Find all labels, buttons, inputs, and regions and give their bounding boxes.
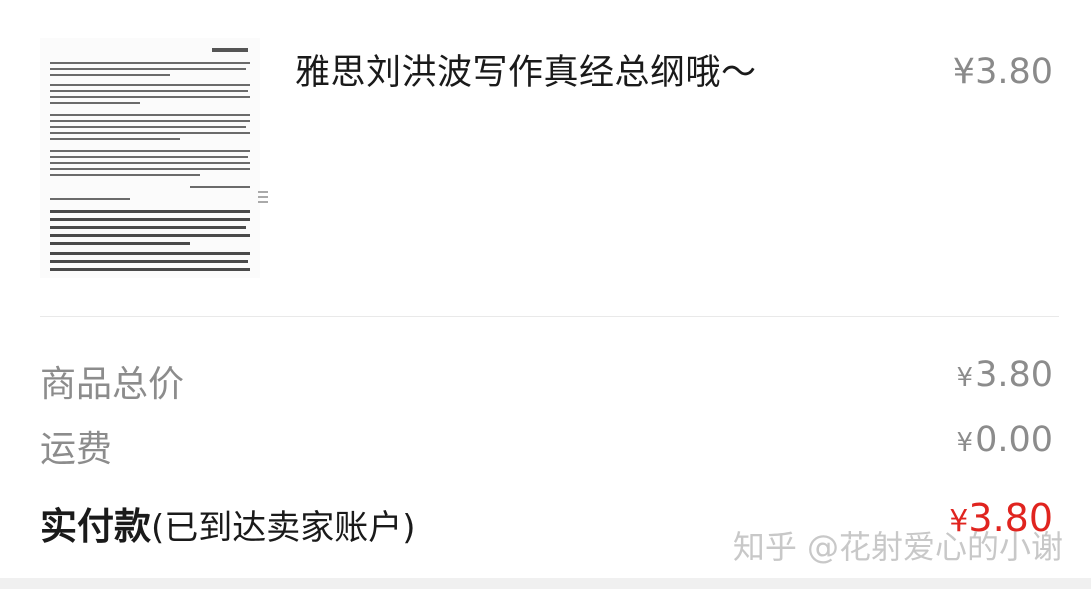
divider — [40, 316, 1059, 317]
shipping-value: ¥0.00 — [957, 420, 1053, 460]
paid-label: 实付款(已到达卖家账户) — [40, 496, 416, 550]
currency-symbol: ¥ — [956, 363, 974, 393]
product-price: ¥3.80 — [952, 52, 1053, 92]
paid-label-main: 实付款 — [40, 505, 151, 548]
shipping-label: 运费 — [40, 429, 113, 470]
goods-total-label: 商品总价 — [40, 364, 185, 405]
watermark: 知乎 @花射爱心的小谢 — [732, 528, 1063, 566]
shipping-amount: 0.00 — [975, 420, 1053, 460]
product-title[interactable]: 雅思刘洪波写作真经总纲哦～ — [295, 44, 757, 95]
paid-label-note: (已到达卖家账户) — [151, 508, 416, 548]
order-item[interactable]: 雅思刘洪波写作真经总纲哦～ ¥3.80 — [0, 0, 1091, 318]
doc-header-mark — [212, 48, 248, 52]
product-thumbnail[interactable] — [40, 38, 260, 278]
goods-total-amount: 3.80 — [975, 355, 1053, 395]
drag-handle-icon — [256, 188, 270, 208]
currency-symbol: ¥ — [956, 428, 974, 458]
bottom-bar — [0, 578, 1091, 589]
goods-total-value: ¥3.80 — [957, 355, 1053, 395]
